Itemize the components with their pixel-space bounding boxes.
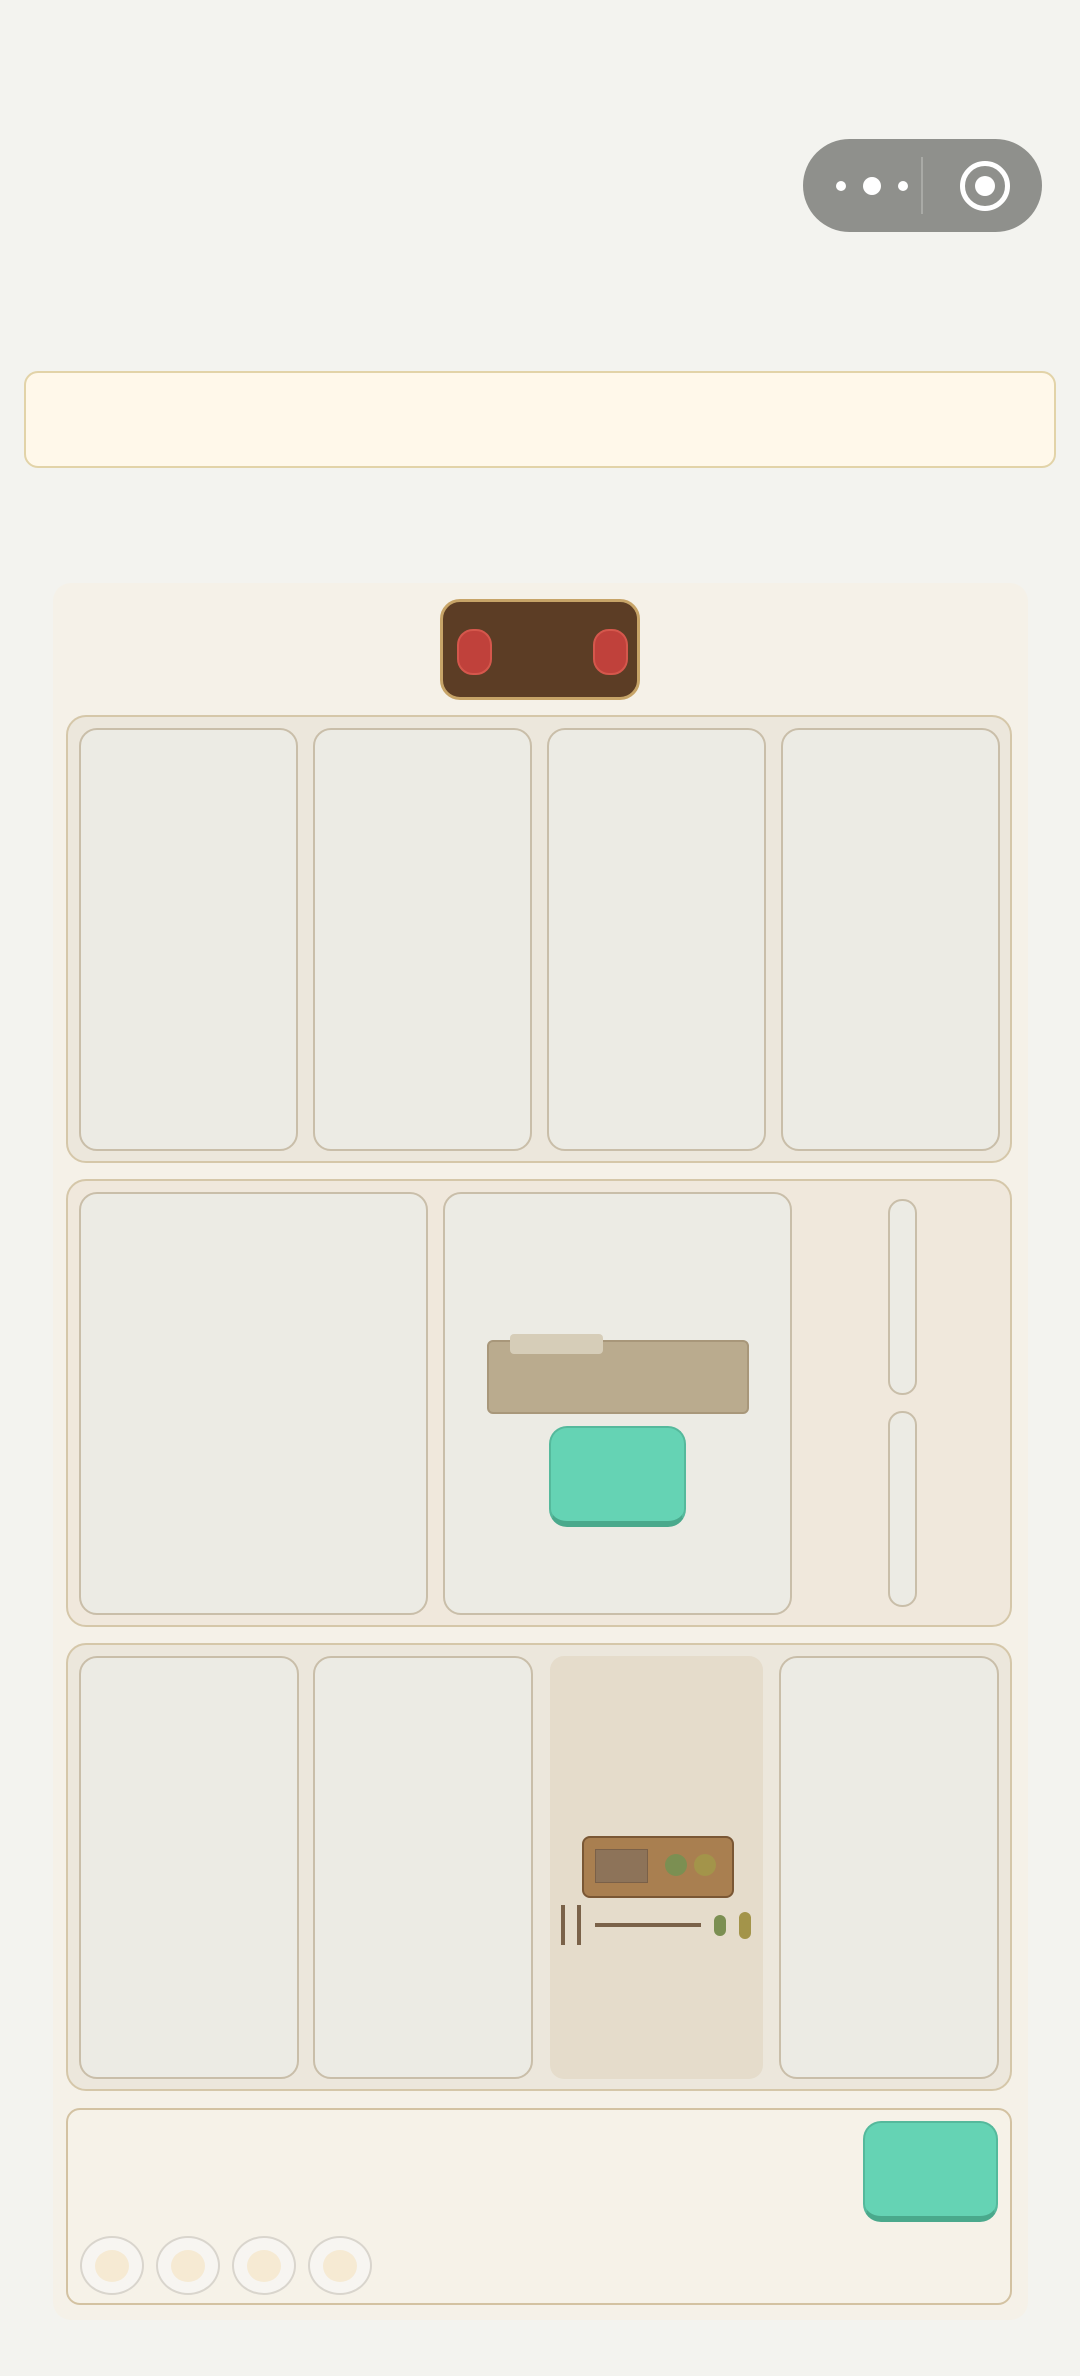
tray-slot[interactable] (308, 2236, 372, 2295)
target-circle-icon[interactable] (960, 161, 1010, 211)
plank-item[interactable] (487, 1334, 749, 1414)
shelf-slot[interactable] (781, 728, 1000, 1151)
capsule-divider (921, 157, 923, 214)
shelf-slot[interactable] (779, 1656, 999, 2079)
level-hud (440, 599, 640, 700)
more-dots-icon (836, 180, 846, 191)
shelf-slot[interactable] (313, 728, 532, 1151)
tray-slot[interactable] (80, 2236, 144, 2295)
control-panel-item[interactable] (582, 1836, 734, 1898)
miniprogram-capsule (803, 139, 1042, 232)
yellow-nub-icon (739, 1912, 751, 1939)
more-button[interactable] (836, 139, 908, 232)
tray-slot[interactable] (232, 2236, 296, 2295)
red-pip-icon (457, 629, 492, 675)
green-action-button[interactable] (863, 2121, 998, 2222)
panel-screen (595, 1849, 648, 1883)
lever-bar-item[interactable] (558, 1903, 758, 1945)
shelf-slot[interactable] (79, 1192, 428, 1615)
side-pill-slot[interactable] (888, 1411, 917, 1607)
shelf-slot[interactable] (547, 728, 766, 1151)
shelf-slot[interactable] (313, 1656, 533, 2079)
yellow-light-icon (694, 1854, 716, 1876)
shelf-slot[interactable] (79, 728, 298, 1151)
tray-slot[interactable] (156, 2236, 220, 2295)
side-pill-slot[interactable] (888, 1199, 917, 1395)
shelf-slot[interactable] (79, 1656, 299, 2079)
top-banner (24, 371, 1056, 468)
green-nub-icon (714, 1915, 726, 1936)
red-pip-icon (593, 629, 628, 675)
green-block-button[interactable] (549, 1426, 686, 1527)
green-light-icon (665, 1854, 687, 1876)
